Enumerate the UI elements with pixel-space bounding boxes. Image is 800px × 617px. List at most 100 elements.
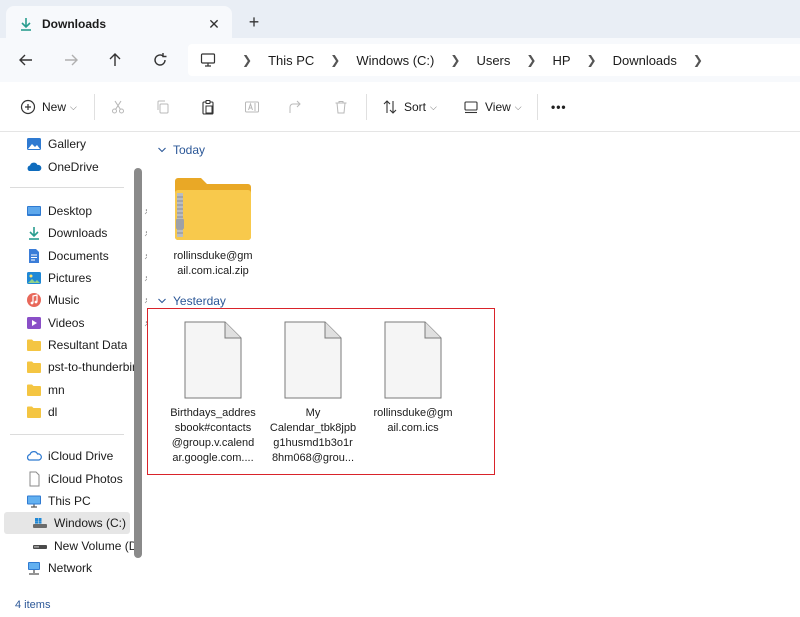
file-item-ics[interactable]: rollinsduke@gm ail.com.ics <box>367 320 459 436</box>
sidebar-item-gallery[interactable]: Gallery <box>26 133 158 155</box>
new-button[interactable]: New ⌵ <box>20 95 77 119</box>
file-name: rollinsduke@gm ail.com.ics <box>373 407 453 434</box>
file-item-birthdays[interactable]: Birthdays_addres sbook#contacts @group.v… <box>167 320 259 466</box>
up-arrow-icon <box>109 53 121 66</box>
divider <box>10 434 124 435</box>
divider <box>366 94 367 120</box>
trash-icon <box>335 101 347 114</box>
folder-icon <box>27 339 41 351</box>
cut-button[interactable] <box>110 95 126 119</box>
back-arrow-icon <box>19 54 32 66</box>
desktop-icon <box>27 206 41 216</box>
zip-folder-icon <box>175 178 251 240</box>
back-button[interactable] <box>16 50 36 70</box>
chevron-down-icon: ⌵ <box>514 101 522 112</box>
sort-icon <box>383 100 397 114</box>
share-icon <box>289 100 301 113</box>
address-row: ❯ This PC ❯ Windows (C:) ❯ Users ❯ HP ❯ … <box>0 38 800 82</box>
refresh-icon <box>154 53 167 66</box>
chevron-right-icon[interactable]: ❯ <box>526 53 536 67</box>
refresh-button[interactable] <box>150 50 170 70</box>
folder-icon <box>27 384 41 396</box>
file-name: Birthdays_addres sbook#contacts @group.v… <box>170 407 256 464</box>
delete-button[interactable] <box>333 95 349 119</box>
folder-icon <box>27 406 41 418</box>
status-bar: 4 items <box>0 595 800 617</box>
share-button[interactable] <box>288 95 304 119</box>
tab-title: Downloads <box>42 17 107 31</box>
more-icon: ••• <box>551 100 567 114</box>
up-button[interactable] <box>105 50 125 70</box>
file-icon <box>384 321 442 399</box>
new-label: New <box>42 100 67 114</box>
file-item-my-calendar[interactable]: My Calendar_tbk8jpb g1husmd1b3o1r 8hm068… <box>267 320 359 466</box>
paste-button[interactable] <box>200 95 216 119</box>
videos-icon <box>27 317 41 329</box>
more-options-button[interactable]: ••• <box>551 95 567 119</box>
chevron-down-icon <box>158 298 166 304</box>
documents-icon <box>29 249 39 263</box>
folder-icon <box>27 361 41 373</box>
music-icon <box>27 293 41 307</box>
pc-icon <box>200 53 216 67</box>
pictures-icon <box>27 272 41 284</box>
address-bar[interactable]: ❯ This PC ❯ Windows (C:) ❯ Users ❯ HP ❯ … <box>188 44 800 76</box>
icloud-drive-icon <box>26 451 42 461</box>
downloads-icon <box>29 227 39 240</box>
chevron-right-icon[interactable]: ❯ <box>330 53 340 67</box>
group-header-yesterday[interactable]: Yesterday <box>157 294 226 308</box>
new-tab-button[interactable]: + <box>244 12 264 32</box>
file-icon <box>284 321 342 399</box>
navigation-pane: Gallery OneDrive Desktop Downloads Docum… <box>0 133 154 595</box>
this-pc-icon <box>27 495 41 508</box>
file-name: My Calendar_tbk8jpb g1husmd1b3o1r 8hm068… <box>269 407 357 464</box>
file-icon <box>184 321 242 399</box>
copy-button[interactable] <box>155 95 171 119</box>
breadcrumb: ❯ This PC ❯ Windows (C:) ❯ Users ❯ HP ❯ … <box>232 44 713 76</box>
chevron-right-icon[interactable]: ❯ <box>242 53 252 67</box>
rename-button[interactable] <box>244 95 260 119</box>
view-button[interactable]: View ⌵ <box>463 95 522 119</box>
forward-arrow-icon <box>65 54 78 66</box>
download-icon <box>21 18 31 31</box>
chevron-right-icon[interactable]: ❯ <box>587 53 597 67</box>
drive-d-icon <box>33 545 47 549</box>
network-icon <box>28 562 40 575</box>
icloud-photos-icon <box>29 471 40 487</box>
view-label: View <box>485 100 511 114</box>
plus-circle-icon <box>20 99 36 115</box>
clipboard-icon <box>202 99 214 115</box>
view-icon <box>464 101 478 114</box>
chevron-down-icon: ⌵ <box>430 101 437 112</box>
close-tab-button[interactable]: ✕ <box>204 14 224 34</box>
command-bar: New ⌵ Sort ⌵ View ⌵ ••• <box>0 82 800 132</box>
sidebar-item-new-volume-d[interactable]: New Volume (D: <box>32 535 164 557</box>
sidebar-item-windows-c[interactable]: Windows (C:) <box>4 512 130 534</box>
divider <box>537 94 538 120</box>
copy-icon <box>157 100 169 114</box>
chevron-right-icon[interactable]: ❯ <box>693 53 703 67</box>
file-name: rollinsduke@gm ail.com.ical.zip <box>173 250 253 277</box>
chevron-down-icon: ⌵ <box>70 101 77 112</box>
rename-icon <box>245 101 259 113</box>
sidebar-item-network[interactable]: Network <box>26 557 158 579</box>
divider <box>94 94 95 120</box>
breadcrumb-users[interactable]: Users <box>470 53 516 68</box>
chevron-down-icon <box>158 147 166 153</box>
chevron-right-icon[interactable]: ❯ <box>450 53 460 67</box>
forward-button[interactable] <box>61 50 81 70</box>
drive-c-icon <box>33 518 47 528</box>
onedrive-icon <box>27 162 42 171</box>
file-list: Today rollinsduke@gm ail.com.ical.zip Ye… <box>147 133 800 595</box>
breadcrumb-this-pc[interactable]: This PC <box>262 53 320 68</box>
breadcrumb-downloads[interactable]: Downloads <box>607 53 683 68</box>
file-item-zip[interactable]: rollinsduke@gm ail.com.ical.zip <box>167 173 259 279</box>
gallery-icon <box>27 138 41 150</box>
group-header-today[interactable]: Today <box>157 143 205 157</box>
breadcrumb-hp[interactable]: HP <box>546 53 576 68</box>
sidebar-scrollbar[interactable] <box>134 168 142 558</box>
sort-button[interactable]: Sort ⌵ <box>382 95 437 119</box>
sort-label: Sort <box>404 100 427 114</box>
divider <box>10 187 124 188</box>
breadcrumb-windows-c[interactable]: Windows (C:) <box>350 53 440 68</box>
